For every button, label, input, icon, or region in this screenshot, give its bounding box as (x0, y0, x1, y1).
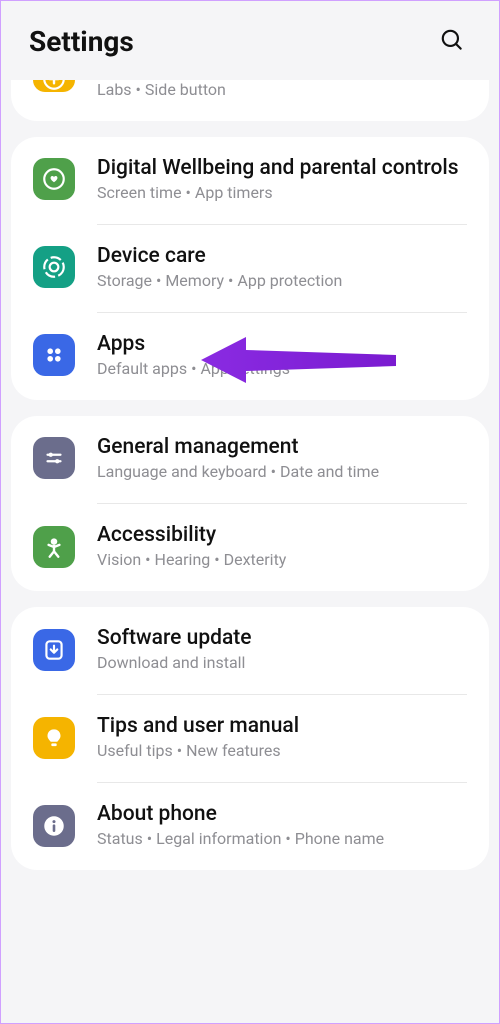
item-text: Device careStorage • Memory • App protec… (97, 243, 467, 292)
person-icon (33, 526, 75, 568)
info-icon (33, 805, 75, 847)
sliders-icon (33, 437, 75, 479)
item-text: General managementLanguage and keyboard … (97, 434, 467, 483)
item-subtitle: Status • Legal information • Phone name (97, 829, 467, 850)
download-icon (33, 629, 75, 671)
settings-list: Labs • Side button Digital Wellbeing and … (1, 80, 499, 870)
item-text: Software updateDownload and install (97, 625, 467, 674)
item-title: General management (97, 434, 467, 460)
search-button[interactable] (433, 21, 471, 62)
settings-item-advanced-features[interactable]: Labs • Side button (11, 80, 489, 121)
item-text: AppsDefault apps • App settings (97, 331, 467, 380)
bulb-icon (33, 717, 75, 759)
settings-group: Software updateDownload and install Tips … (11, 607, 489, 870)
item-text: Labs • Side button (97, 80, 467, 101)
item-subtitle: Useful tips • New features (97, 741, 467, 762)
page-title: Settings (29, 25, 134, 58)
settings-group: General managementLanguage and keyboard … (11, 416, 489, 591)
settings-item-tips[interactable]: Tips and user manualUseful tips • New fe… (11, 695, 489, 782)
search-icon (439, 27, 465, 53)
item-text: Tips and user manualUseful tips • New fe… (97, 713, 467, 762)
item-title: Device care (97, 243, 467, 269)
item-title: Software update (97, 625, 467, 651)
item-title: Tips and user manual (97, 713, 467, 739)
item-subtitle: Default apps • App settings (97, 359, 467, 380)
item-subtitle: Language and keyboard • Date and time (97, 462, 467, 483)
item-subtitle: Download and install (97, 653, 467, 674)
settings-item-apps[interactable]: AppsDefault apps • App settings (11, 313, 489, 400)
settings-item-about-phone[interactable]: About phoneStatus • Legal information • … (11, 783, 489, 870)
heart-eye-icon (33, 158, 75, 200)
item-subtitle: Screen time • App timers (97, 183, 467, 204)
settings-item-accessibility[interactable]: AccessibilityVision • Hearing • Dexterit… (11, 504, 489, 591)
settings-group: Digital Wellbeing and parental controlsS… (11, 137, 489, 400)
item-title: Digital Wellbeing and parental controls (97, 155, 467, 181)
settings-item-general-management[interactable]: General managementLanguage and keyboard … (11, 416, 489, 503)
settings-item-digital-wellbeing[interactable]: Digital Wellbeing and parental controlsS… (11, 137, 489, 224)
item-text: About phoneStatus • Legal information • … (97, 801, 467, 850)
settings-item-device-care[interactable]: Device careStorage • Memory • App protec… (11, 225, 489, 312)
item-text: Digital Wellbeing and parental controlsS… (97, 155, 467, 204)
item-text: AccessibilityVision • Hearing • Dexterit… (97, 522, 467, 571)
header: Settings (1, 1, 499, 80)
item-subtitle: Labs • Side button (97, 80, 467, 101)
settings-item-software-update[interactable]: Software updateDownload and install (11, 607, 489, 694)
item-subtitle: Storage • Memory • App protection (97, 271, 467, 292)
plus-circle-icon (33, 80, 75, 92)
item-title: Apps (97, 331, 467, 357)
dots4-icon (33, 334, 75, 376)
item-title: About phone (97, 801, 467, 827)
settings-group: Labs • Side button (11, 80, 489, 121)
swirl-icon (33, 246, 75, 288)
item-title: Accessibility (97, 522, 467, 548)
item-subtitle: Vision • Hearing • Dexterity (97, 550, 467, 571)
